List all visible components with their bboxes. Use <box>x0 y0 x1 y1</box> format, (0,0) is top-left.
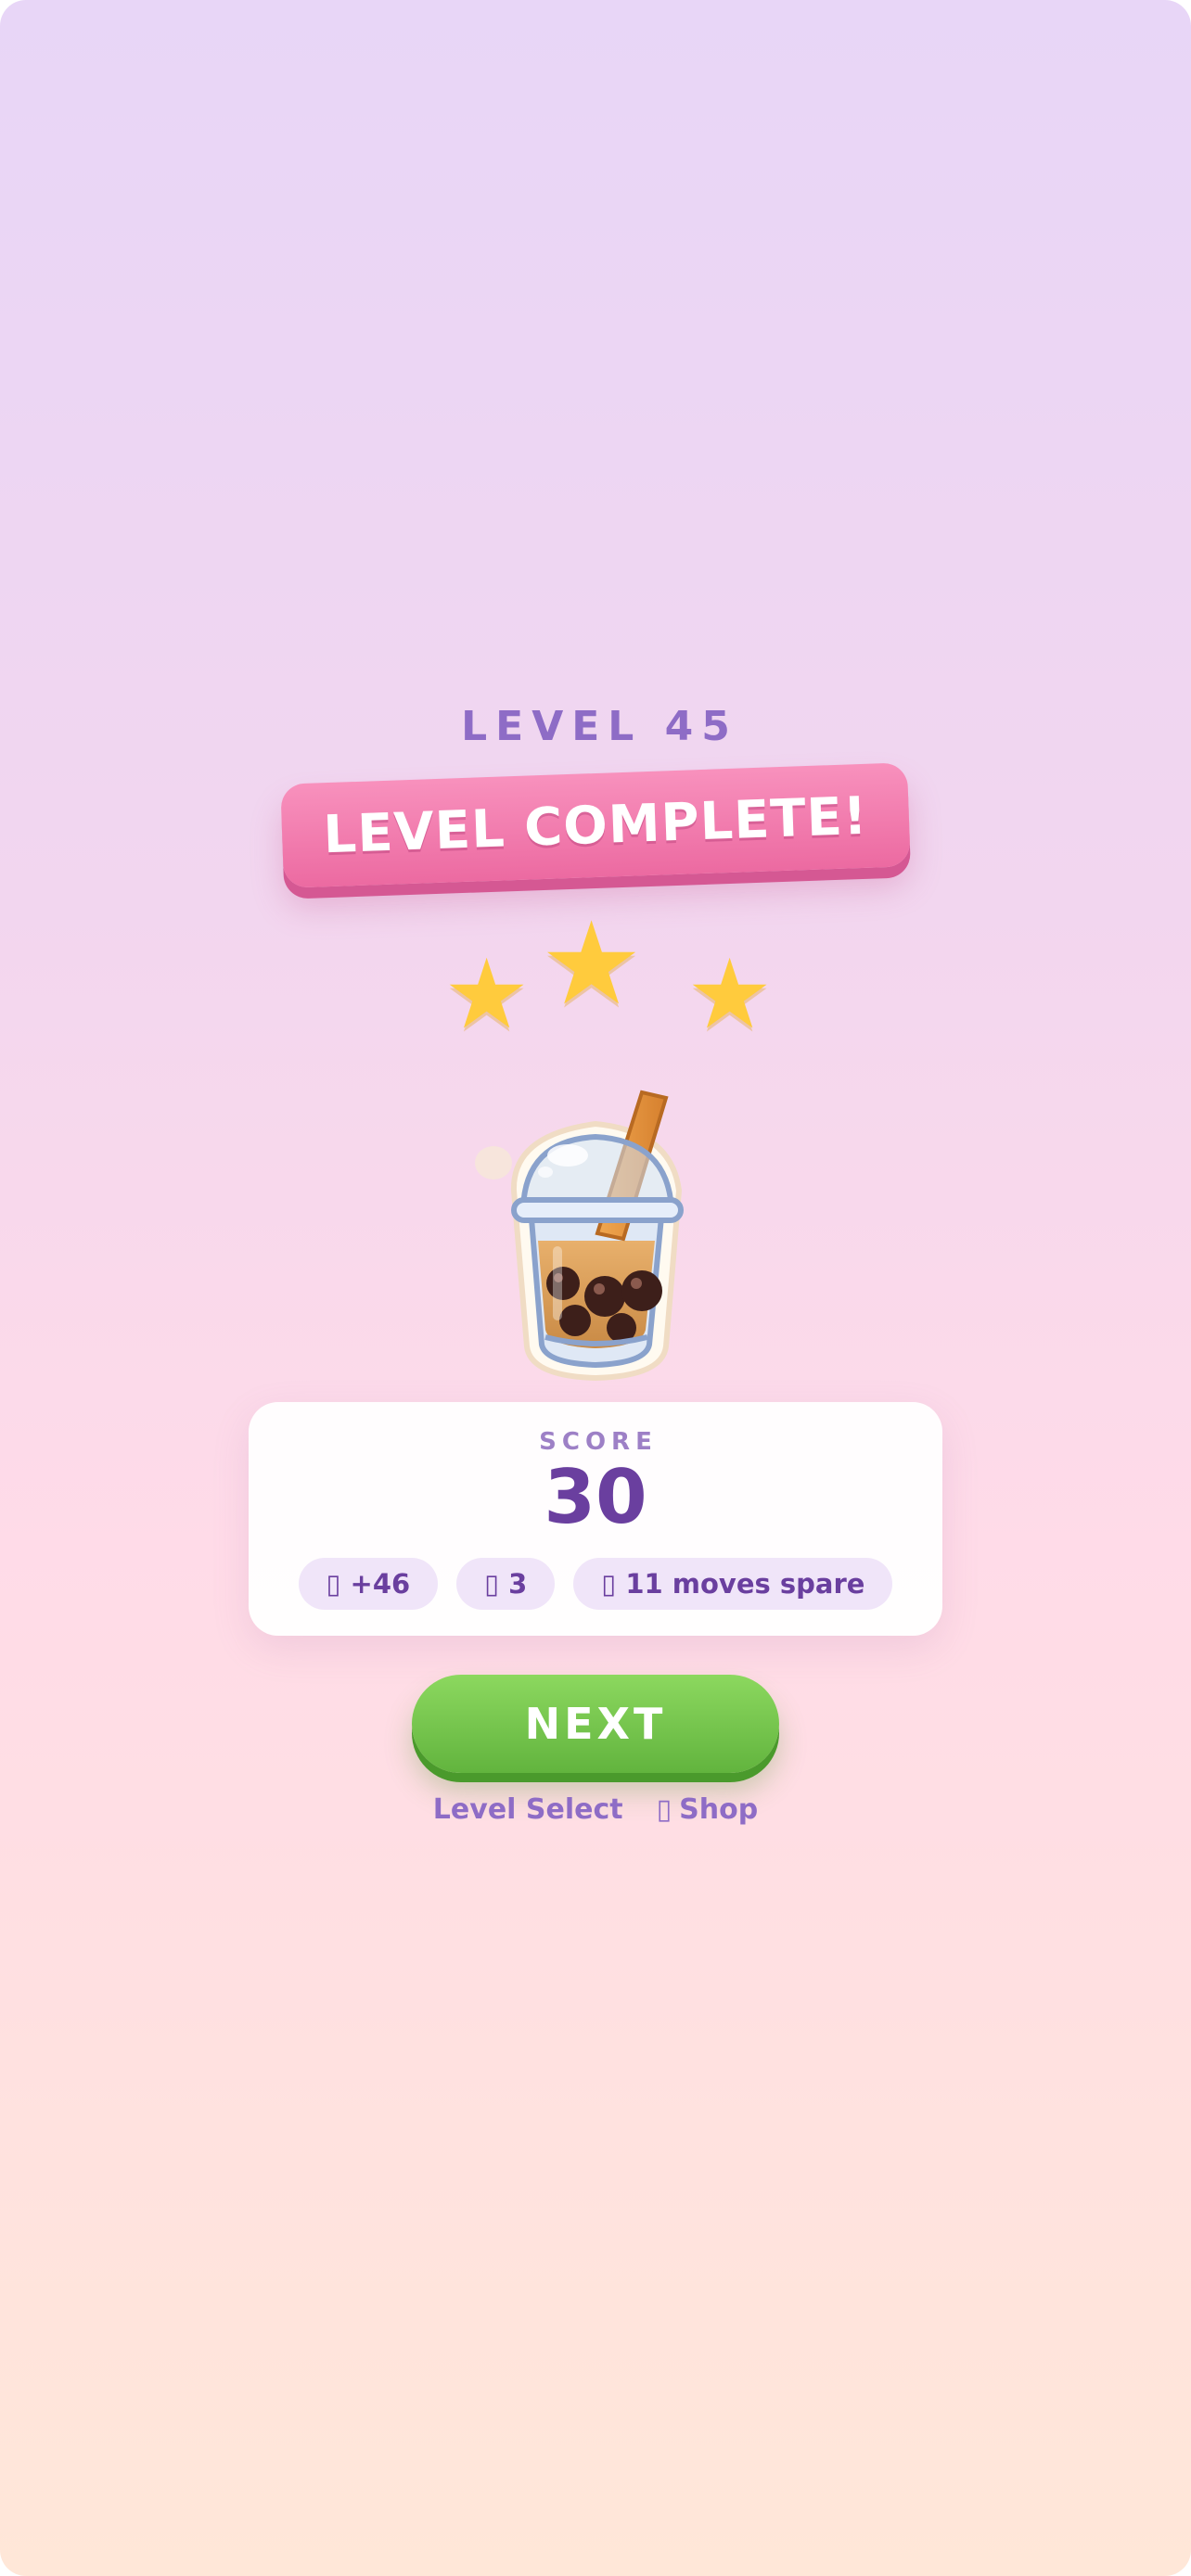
star-icon: ★ <box>443 937 531 1051</box>
gem-icon: ▯ <box>484 1568 500 1600</box>
gems-earned-text: 3 <box>508 1568 528 1600</box>
reward-stats: ▯ +46 ▯ 3 ▯ 11 moves spare <box>298 1558 893 1610</box>
coins-earned-badge: ▯ +46 <box>298 1558 439 1610</box>
results-panel: LEVEL 45 LEVEL COMPLETE! ★ ★ ★ SCORE 30 … <box>0 701 1191 1826</box>
secondary-links: Level Select ▯ Shop <box>433 1793 758 1826</box>
score-label: SCORE <box>539 1428 658 1456</box>
level-label: LEVEL 45 <box>461 703 738 750</box>
star-icon: ★ <box>540 898 644 1031</box>
bubble-tea-icon <box>456 1052 735 1385</box>
cart-icon: ▯ <box>656 1793 672 1826</box>
coins-earned-text: +46 <box>350 1568 411 1600</box>
shop-link-label: Shop <box>679 1793 759 1826</box>
moves-spare-text: 11 moves spare <box>625 1568 865 1600</box>
score-card: SCORE 30 ▯ +46 ▯ 3 ▯ 11 moves spare <box>249 1402 942 1636</box>
star-icon: ★ <box>686 937 774 1051</box>
gems-earned-badge: ▯ 3 <box>456 1558 556 1610</box>
banner-text: LEVEL COMPLETE! <box>322 785 869 865</box>
level-complete-banner: LEVEL COMPLETE! <box>280 762 911 888</box>
next-button[interactable]: NEXT <box>412 1675 779 1773</box>
shop-link[interactable]: ▯ Shop <box>657 1793 759 1826</box>
star-rating: ★ ★ ★ <box>419 907 774 1053</box>
level-complete-screen: LEVEL 45 LEVEL COMPLETE! ★ ★ ★ SCORE 30 … <box>0 0 1191 2576</box>
coin-icon: ▯ <box>326 1568 341 1600</box>
level-select-link[interactable]: Level Select <box>433 1793 623 1826</box>
moves-spare-badge: ▯ 11 moves spare <box>573 1558 893 1610</box>
score-value: 30 <box>544 1454 647 1540</box>
moves-icon: ▯ <box>601 1568 617 1600</box>
